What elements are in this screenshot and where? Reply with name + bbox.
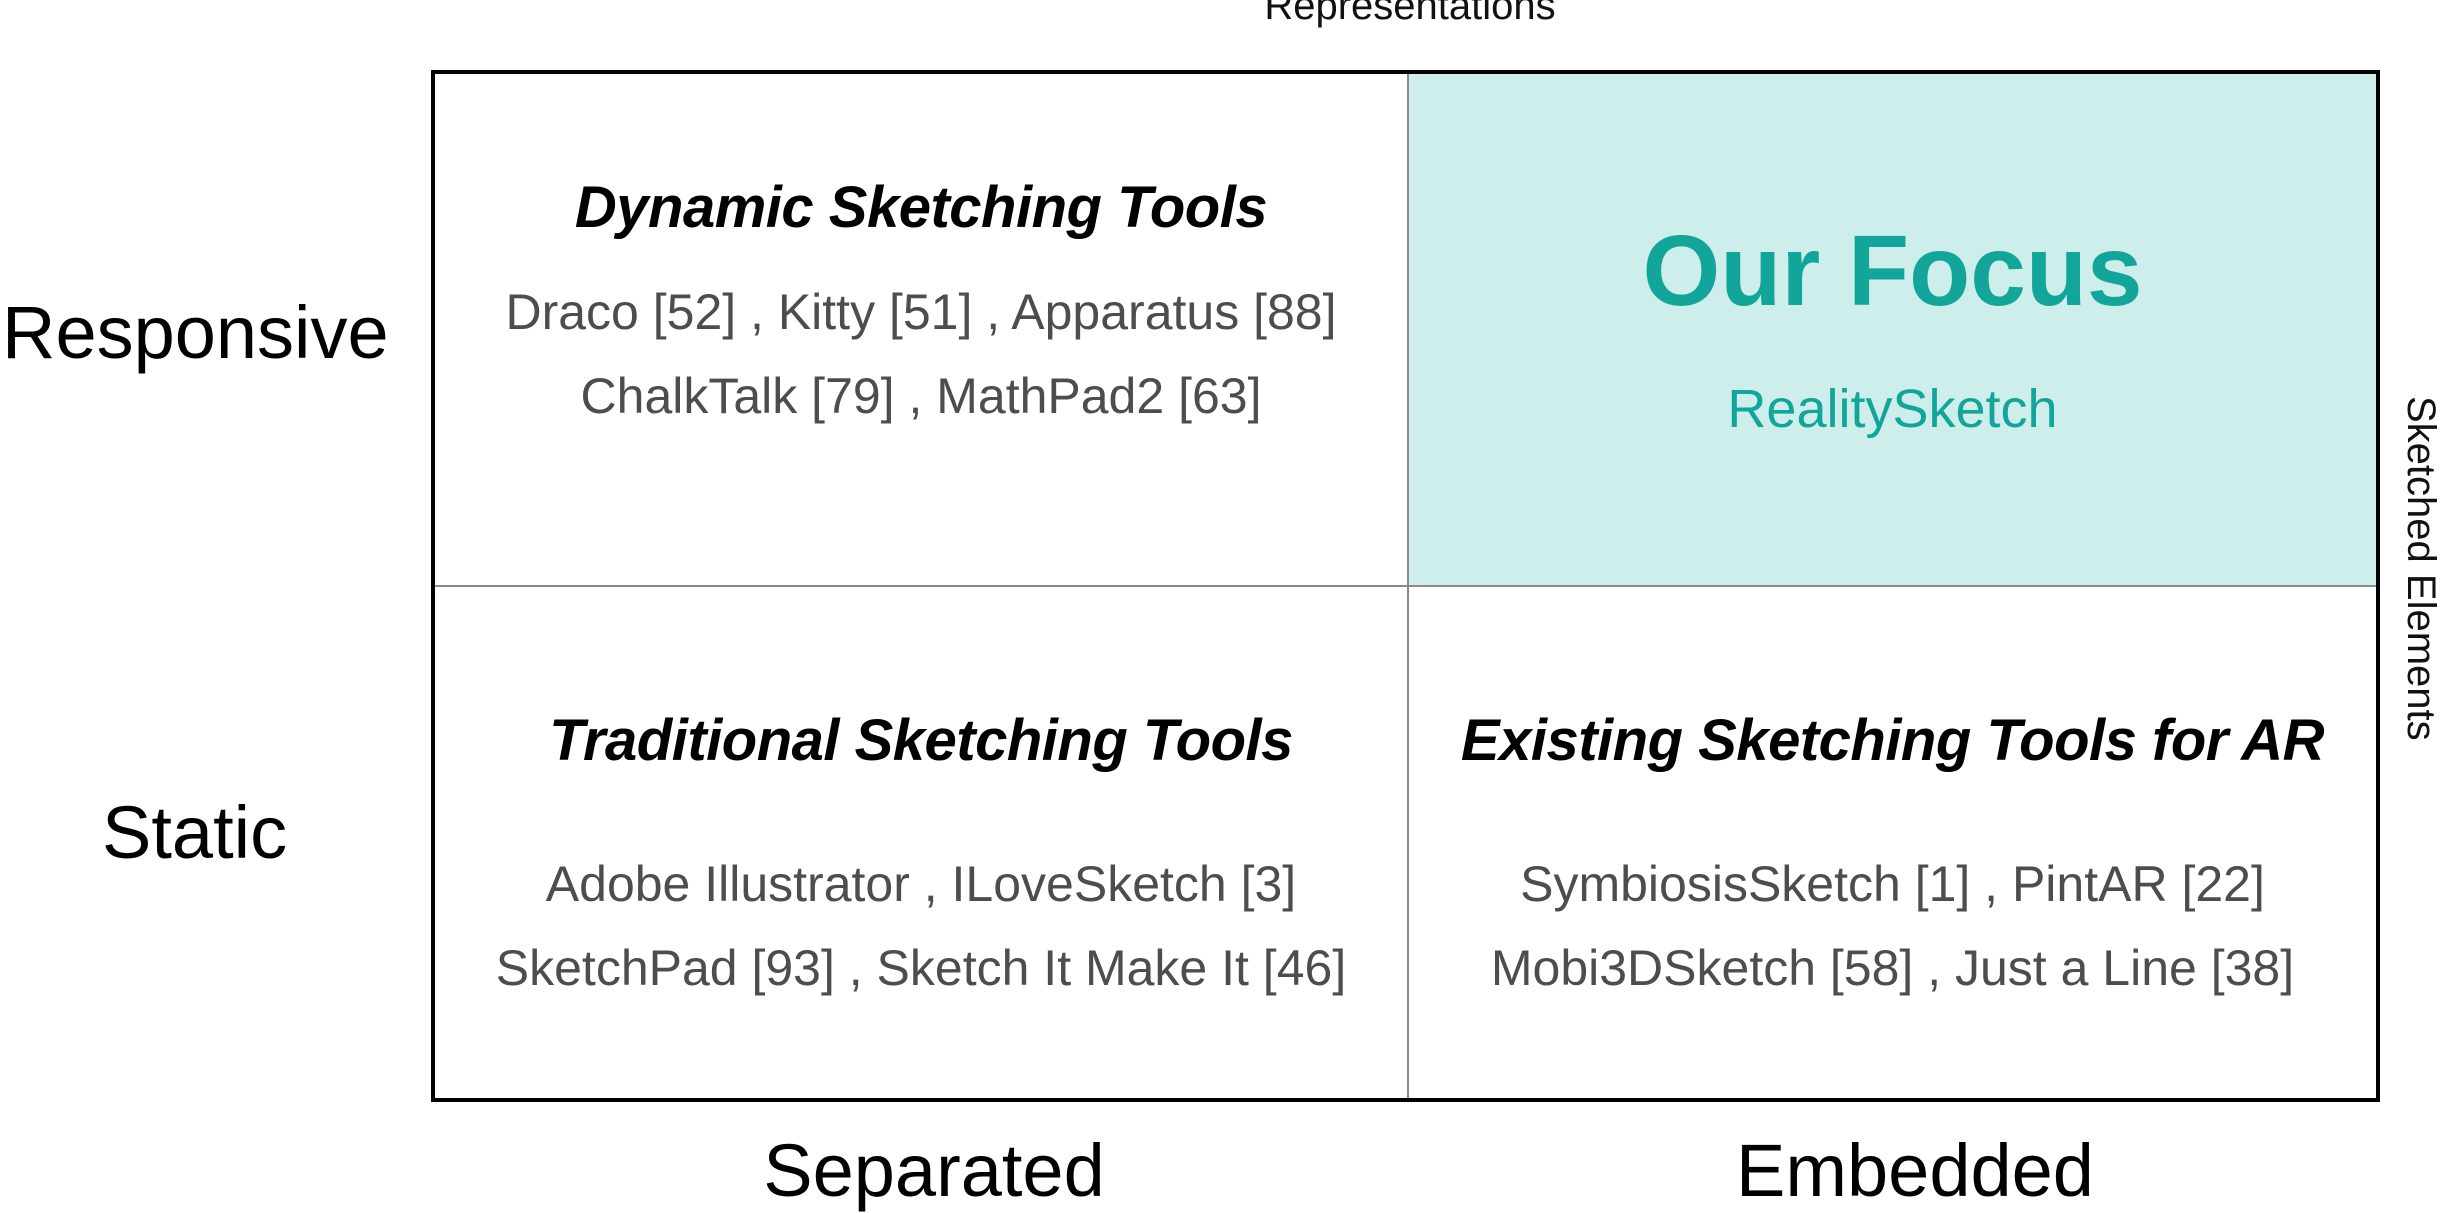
axis-label-top: Representations (1264, 0, 1556, 28)
reference-line: ChalkTalk [79] , MathPad2 [63] (580, 368, 1262, 424)
quadrant-bottom-left: Traditional Sketching Tools Adobe Illust… (435, 587, 1409, 1098)
reference-line: SketchPad [93] , Sketch It Make It [46] (495, 940, 1347, 996)
quadrant-top-left: Dynamic Sketching Tools Draco [52] , Kit… (435, 74, 1409, 587)
column-label-embedded: Embedded (1736, 1129, 2094, 1212)
row-label-responsive: Responsive (2, 291, 389, 374)
reference-line: Adobe Illustrator , ILoveSketch [3] (545, 856, 1297, 912)
focus-subtitle: RealitySketch (1727, 379, 2058, 439)
axis-label-right: Sketched Elements (2399, 396, 2443, 741)
column-label-separated: Separated (763, 1129, 1105, 1212)
quadrant-grid: Dynamic Sketching Tools Draco [52] , Kit… (431, 70, 2380, 1102)
reference-line: SymbiosisSketch [1] , PintAR [22] (1520, 856, 2265, 912)
quadrant-bottom-right: Existing Sketching Tools for AR Symbiosi… (1409, 587, 2376, 1098)
quadrant-references: Draco [52] , Kitty [51] , Apparatus [88]… (435, 270, 1407, 438)
focus-title: Our Focus (1642, 215, 2143, 327)
quadrant-top-right-focus: Our Focus RealitySketch (1409, 74, 2376, 587)
reference-line: Draco [52] , Kitty [51] , Apparatus [88] (505, 284, 1337, 340)
quadrant-title: Dynamic Sketching Tools (574, 175, 1268, 240)
quadrant-title: Existing Sketching Tools for AR (1460, 708, 2325, 773)
quadrant-references: SymbiosisSketch [1] , PintAR [22] Mobi3D… (1409, 842, 2376, 1010)
reference-line: Mobi3DSketch [58] , Just a Line [38] (1490, 940, 2295, 996)
row-label-static: Static (102, 791, 288, 874)
quadrant-title: Traditional Sketching Tools (549, 708, 1293, 773)
quadrant-references: Adobe Illustrator , ILoveSketch [3] Sket… (435, 842, 1407, 1010)
